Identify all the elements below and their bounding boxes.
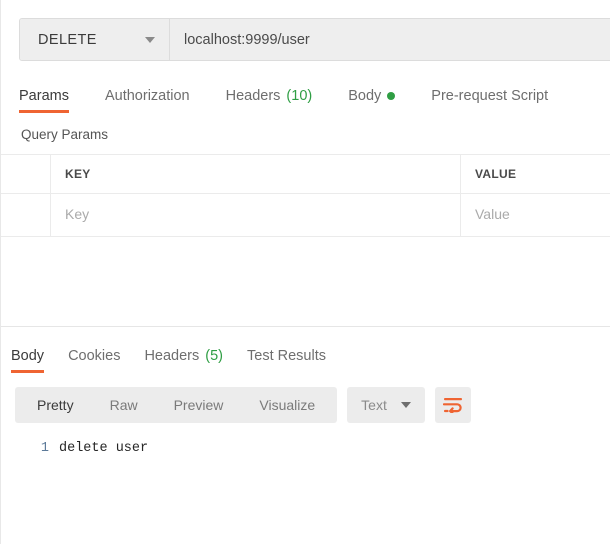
tab-pre-request-script-label: Pre-request Script [431, 88, 549, 104]
view-mode-segmented-control: Pretty Raw Preview Visualize [15, 386, 338, 423]
header-key-cell: KEY [51, 155, 461, 193]
request-empty-area [1, 237, 610, 326]
http-method-dropdown[interactable]: DELETE [20, 19, 170, 60]
tab-response-body[interactable]: Body [11, 347, 45, 373]
tab-authorization-label: Authorization [104, 88, 190, 104]
chevron-down-icon [145, 36, 155, 43]
chevron-down-icon [400, 401, 411, 408]
tab-params-label: Params [19, 88, 69, 104]
response-language-label: Text [361, 396, 387, 413]
response-body-text: delete user [59, 440, 149, 456]
word-wrap-toggle-button[interactable] [434, 386, 471, 423]
postman-request-response-view: DELETE localhost:9999/user Params Author… [0, 0, 610, 544]
response-language-dropdown[interactable]: Text [347, 386, 425, 423]
request-tabs: Params Authorization Headers (10) Body P… [1, 79, 610, 113]
view-mode-pretty[interactable]: Pretty [19, 387, 92, 423]
param-key-placeholder: Key [65, 206, 90, 222]
view-mode-preview[interactable]: Preview [156, 387, 242, 423]
param-value-input[interactable]: Value [461, 194, 610, 236]
tab-headers-label: Headers [225, 88, 281, 104]
response-pane: Body Cookies Headers (5) Test Results Pr… [1, 327, 610, 456]
tab-pre-request-script[interactable]: Pre-request Script [431, 88, 548, 113]
tab-authorization[interactable]: Authorization [105, 88, 190, 113]
view-mode-visualize[interactable]: Visualize [241, 387, 333, 423]
tab-response-cookies-label: Cookies [68, 347, 121, 364]
table-header-row: KEY VALUE [1, 154, 610, 194]
body-modified-dot-icon [387, 92, 396, 100]
table-row[interactable]: Key Value [1, 194, 610, 237]
tab-headers-count: (10) [286, 88, 313, 104]
query-params-title: Query Params [21, 127, 109, 142]
url-bar: DELETE localhost:9999/user [19, 18, 610, 61]
query-params-table: KEY VALUE Key Value [1, 154, 610, 237]
view-mode-raw[interactable]: Raw [92, 387, 156, 423]
response-tabs: Body Cookies Headers (5) Test Results [1, 340, 610, 373]
tab-body[interactable]: Body [348, 88, 396, 113]
url-input[interactable]: localhost:9999/user [170, 19, 610, 60]
line-number-gutter: 1 [1, 441, 59, 456]
response-view-toolbar: Pretty Raw Preview Visualize Text [1, 373, 610, 423]
tab-response-headers-label: Headers [144, 347, 200, 364]
word-wrap-icon [442, 397, 462, 413]
param-value-placeholder: Value [475, 206, 510, 222]
tab-response-cookies[interactable]: Cookies [68, 348, 120, 373]
line-number: 1 [40, 440, 49, 456]
column-header-key: KEY [65, 167, 91, 181]
column-header-value: VALUE [475, 167, 517, 181]
tab-response-headers[interactable]: Headers (5) [144, 348, 223, 373]
tab-headers[interactable]: Headers (10) [226, 88, 313, 113]
http-method-label: DELETE [38, 31, 97, 48]
param-key-input[interactable]: Key [51, 194, 461, 236]
response-empty-area [1, 456, 610, 544]
header-value-cell: VALUE [461, 155, 610, 193]
tab-params[interactable]: Params [19, 88, 69, 113]
header-checkbox-cell [1, 155, 51, 193]
tab-test-results[interactable]: Test Results [247, 348, 326, 373]
url-bar-container: DELETE localhost:9999/user [1, 0, 610, 61]
response-code-viewer[interactable]: 1 delete user [1, 423, 610, 456]
tab-test-results-label: Test Results [247, 347, 326, 364]
tab-body-label: Body [348, 88, 382, 104]
tab-response-headers-count: (5) [205, 347, 223, 364]
tab-response-body-label: Body [11, 347, 45, 364]
row-checkbox-cell[interactable] [1, 194, 51, 236]
url-value: localhost:9999/user [184, 31, 310, 48]
